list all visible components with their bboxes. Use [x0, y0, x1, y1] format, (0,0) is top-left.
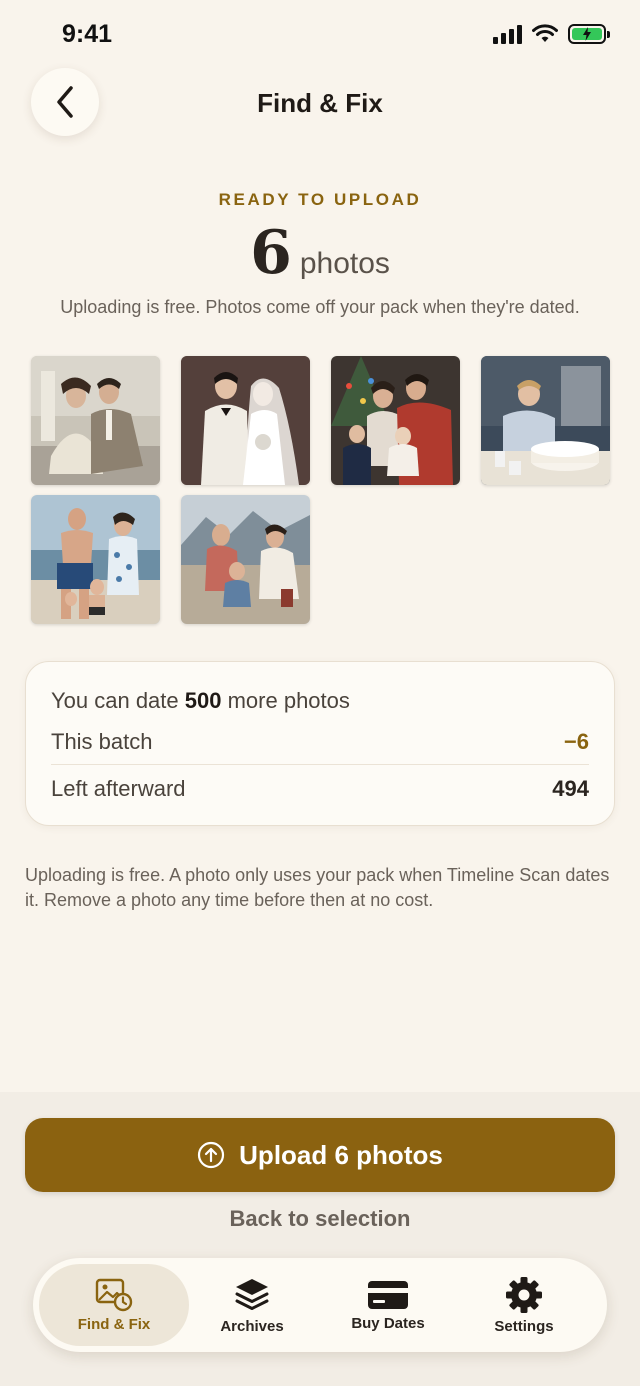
photo-count: 6 photos — [0, 218, 640, 288]
credit-card-icon — [368, 1280, 408, 1309]
ready-to-upload-label: READY TO UPLOAD — [218, 190, 422, 209]
photo-count-number: 6 — [250, 218, 292, 288]
divider — [51, 764, 589, 765]
pricing-note: Uploading is free. A photo only uses you… — [25, 865, 610, 910]
status-time: 9:41 — [62, 20, 113, 48]
tab-label: Settings — [494, 1317, 554, 1335]
photo-count-unit: photos — [299, 247, 390, 280]
left-afterward-label: Left afterward — [51, 776, 186, 801]
tab-label: Find & Fix — [77, 1315, 151, 1333]
quota-card: You can date 500 more photos This batch … — [25, 661, 615, 826]
quota-headline-suffix: more photos — [221, 688, 350, 713]
quota-headline: You can date 500 more photos — [51, 688, 350, 714]
batch-label: This batch — [51, 729, 153, 754]
tab-settings[interactable]: Settings — [457, 1264, 591, 1346]
status-bar: 9:41 — [0, 0, 640, 70]
photo-thumbnail[interactable] — [31, 356, 160, 485]
photo-thumbnail[interactable] — [331, 356, 460, 485]
photo-thumbnail[interactable] — [181, 356, 310, 485]
wifi-icon — [532, 24, 558, 42]
photo-clock-icon — [95, 1278, 133, 1311]
photo-thumbnail[interactable] — [481, 356, 610, 485]
left-afterward-value: 494 — [552, 776, 589, 801]
battery-icon — [568, 24, 610, 44]
back-to-selection-link[interactable]: Back to selection — [0, 1206, 640, 1232]
tab-label: Archives — [220, 1317, 284, 1335]
upload-button-label: Upload 6 photos — [239, 1139, 443, 1170]
photo-thumbnail[interactable] — [31, 495, 160, 624]
quota-remaining-count: 500 — [184, 688, 222, 713]
left-afterward-row: Left afterward 494 — [51, 776, 589, 802]
tab-label: Buy Dates — [351, 1314, 425, 1332]
batch-value: −6 — [563, 729, 589, 754]
gear-icon — [506, 1276, 542, 1313]
batch-row: This batch −6 — [51, 729, 589, 755]
status-icons — [493, 24, 610, 44]
cellular-signal-icon — [493, 24, 522, 44]
layers-icon — [235, 1278, 269, 1310]
arrow-up-circle-icon — [198, 1141, 225, 1169]
quota-headline-prefix: You can date — [51, 688, 185, 713]
tab-buy-dates[interactable]: Buy Dates — [321, 1264, 455, 1346]
upload-subtitle: Uploading is free. Photos come off your … — [60, 297, 580, 317]
tab-bar: Find & Fix Archives Buy Dates Settings — [33, 1258, 607, 1352]
page-title: Find & Fix — [257, 88, 383, 118]
tab-find-and-fix[interactable]: Find & Fix — [39, 1264, 189, 1346]
upload-button[interactable]: Upload 6 photos — [25, 1118, 615, 1192]
tab-archives[interactable]: Archives — [185, 1264, 319, 1346]
photo-thumbnail[interactable] — [181, 495, 310, 624]
